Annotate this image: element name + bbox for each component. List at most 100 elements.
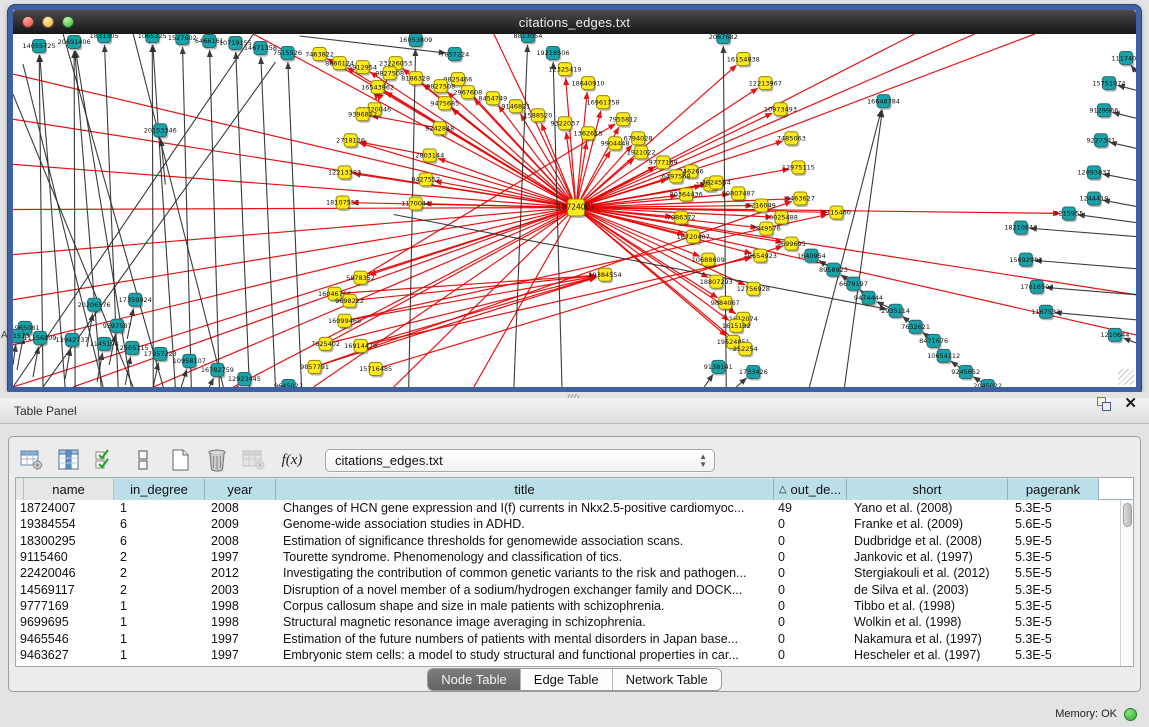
cell-title[interactable]: Investigating the contribution of common… (276, 566, 774, 580)
cell-pagerank[interactable]: 5.5E-5 (1008, 566, 1099, 580)
cell-year[interactable]: 1997 (205, 550, 276, 564)
cell-name[interactable]: 9115460 (16, 550, 114, 564)
cell-short[interactable]: Yano et al. (2008) (847, 501, 1008, 515)
table-scrollbar[interactable] (1120, 500, 1133, 666)
cell-short[interactable]: Wolkin et al. (1998) (847, 615, 1008, 629)
cell-in-degree[interactable]: 1 (114, 615, 205, 629)
close-panel-icon[interactable]: ✕ (1124, 396, 1137, 412)
table-row[interactable]: 911546021997Tourette syndrome. Phenomeno… (16, 549, 1120, 565)
cell-title[interactable]: Disruption of a novel member of a sodium… (276, 583, 774, 597)
row-height-icon[interactable] (130, 448, 156, 472)
cell-out-de-[interactable]: 49 (774, 501, 847, 515)
cell-short[interactable]: Dudbridge et al. (2008) (847, 534, 1008, 548)
cell-in-degree[interactable]: 2 (114, 566, 205, 580)
column-header-pagerank[interactable]: pagerank (1008, 478, 1099, 500)
cell-year[interactable]: 1997 (205, 632, 276, 646)
cell-pagerank[interactable]: 5.3E-5 (1008, 501, 1099, 515)
cell-short[interactable]: Jankovic et al. (1997) (847, 550, 1008, 564)
cell-short[interactable]: Hescheler et al. (1997) (847, 648, 1008, 662)
cell-name[interactable]: 19384554 (16, 517, 114, 531)
cell-title[interactable]: Corpus callosum shape and size in male p… (276, 599, 774, 613)
cell-year[interactable]: 1997 (205, 648, 276, 662)
cell-name[interactable]: 18300295 (16, 534, 114, 548)
cell-pagerank[interactable]: 5.3E-5 (1008, 583, 1099, 597)
table-row[interactable]: 977716911998Corpus callosum shape and si… (16, 598, 1120, 614)
cell-pagerank[interactable]: 5.3E-5 (1008, 615, 1099, 629)
cell-short[interactable]: Stergiakouli et al. (2012) (847, 566, 1008, 580)
cell-out-de-[interactable]: 0 (774, 566, 847, 580)
cell-title[interactable]: Tourette syndrome. Phenomenology and cla… (276, 550, 774, 564)
cell-year[interactable]: 1998 (205, 615, 276, 629)
table-row[interactable]: 1872400712008Changes of HCN gene express… (16, 500, 1120, 516)
create-column-icon[interactable] (167, 448, 193, 472)
delete-column-icon[interactable] (204, 448, 230, 472)
cell-year[interactable]: 2008 (205, 534, 276, 548)
cell-in-degree[interactable]: 1 (114, 501, 205, 515)
delete-table-icon[interactable] (241, 448, 267, 472)
cell-name[interactable]: 9463627 (16, 648, 114, 662)
cell-in-degree[interactable]: 1 (114, 632, 205, 646)
table-row[interactable]: 969969511998Structural magnetic resonanc… (16, 614, 1120, 630)
cell-out-de-[interactable]: 0 (774, 550, 847, 564)
column-header-title[interactable]: title (276, 478, 774, 500)
scrollbar-thumb[interactable] (1123, 503, 1132, 527)
cell-pagerank[interactable]: 5.3E-5 (1008, 648, 1099, 662)
cell-short[interactable]: de Silva et al. (2003) (847, 583, 1008, 597)
table-row[interactable]: 946554611997Estimation of the future num… (16, 630, 1120, 646)
cell-out-de-[interactable]: 0 (774, 632, 847, 646)
cell-pagerank[interactable]: 5.6E-5 (1008, 517, 1099, 531)
cell-in-degree[interactable]: 1 (114, 599, 205, 613)
table-row[interactable]: 1938455462009Genome-wide association stu… (16, 516, 1120, 532)
column-display-icon[interactable] (56, 448, 82, 472)
cell-title[interactable]: Estimation of the future numbers of pati… (276, 632, 774, 646)
selection-mode-icon[interactable] (93, 448, 119, 472)
minimize-window-icon[interactable] (42, 16, 54, 28)
canvas-resize-grip[interactable] (1118, 369, 1134, 385)
cell-out-de-[interactable]: 0 (774, 534, 847, 548)
column-header-short[interactable]: short (847, 478, 1008, 500)
cell-out-de-[interactable]: 0 (774, 615, 847, 629)
function-builder-icon[interactable]: f(x) (278, 448, 304, 472)
window-titlebar[interactable]: citations_edges.txt (13, 10, 1136, 34)
cell-title[interactable]: Structural magnetic resonance image aver… (276, 615, 774, 629)
tab-node-table[interactable]: Node Table (428, 669, 521, 690)
cell-in-degree[interactable]: 1 (114, 648, 205, 662)
column-header-name[interactable]: name (24, 478, 114, 500)
table-options-icon[interactable] (19, 448, 45, 472)
tab-network-table[interactable]: Network Table (613, 669, 721, 690)
column-header-out-de-[interactable]: △out_de... (774, 478, 847, 500)
cell-name[interactable]: 9699695 (16, 615, 114, 629)
cell-title[interactable]: Embryonic stem cells: a model to study s… (276, 648, 774, 662)
cell-pagerank[interactable]: 5.3E-5 (1008, 599, 1099, 613)
cell-out-de-[interactable]: 0 (774, 599, 847, 613)
cell-out-de-[interactable]: 0 (774, 648, 847, 662)
cell-year[interactable]: 2009 (205, 517, 276, 531)
cell-name[interactable]: 9777169 (16, 599, 114, 613)
column-header-year[interactable]: year (205, 478, 276, 500)
table-row[interactable]: 946362711997Embryonic stem cells: a mode… (16, 647, 1120, 663)
cell-pagerank[interactable]: 5.3E-5 (1008, 550, 1099, 564)
table-row[interactable]: 1830029562008Estimation of significance … (16, 533, 1120, 549)
cell-in-degree[interactable]: 2 (114, 583, 205, 597)
close-window-icon[interactable] (22, 16, 34, 28)
cell-year[interactable]: 2012 (205, 566, 276, 580)
cell-year[interactable]: 1998 (205, 599, 276, 613)
cell-year[interactable]: 2008 (205, 501, 276, 515)
cell-short[interactable]: Nakamura et al. (1997) (847, 632, 1008, 646)
cell-title[interactable]: Changes of HCN gene expression and I(f) … (276, 501, 774, 515)
cell-out-de-[interactable]: 0 (774, 583, 847, 597)
cell-pagerank[interactable]: 5.3E-5 (1008, 632, 1099, 646)
cell-name[interactable]: 22420046 (16, 566, 114, 580)
cell-short[interactable]: Franke et al. (2009) (847, 517, 1008, 531)
table-row[interactable]: 2242004622012Investigating the contribut… (16, 565, 1120, 581)
cell-pagerank[interactable]: 5.9E-5 (1008, 534, 1099, 548)
cell-short[interactable]: Tibbo et al. (1998) (847, 599, 1008, 613)
cell-name[interactable]: 18724007 (16, 501, 114, 515)
table-selector-dropdown[interactable]: citations_edges.txt ▲▼ (325, 449, 715, 472)
zoom-window-icon[interactable] (62, 16, 74, 28)
network-canvas[interactable]: 1872400774638228660124591295423226053982… (13, 34, 1136, 387)
cell-name[interactable]: 9465546 (16, 632, 114, 646)
cell-name[interactable]: 14569117 (16, 583, 114, 597)
cell-title[interactable]: Genome-wide association studies in ADHD. (276, 517, 774, 531)
cell-out-de-[interactable]: 0 (774, 517, 847, 531)
